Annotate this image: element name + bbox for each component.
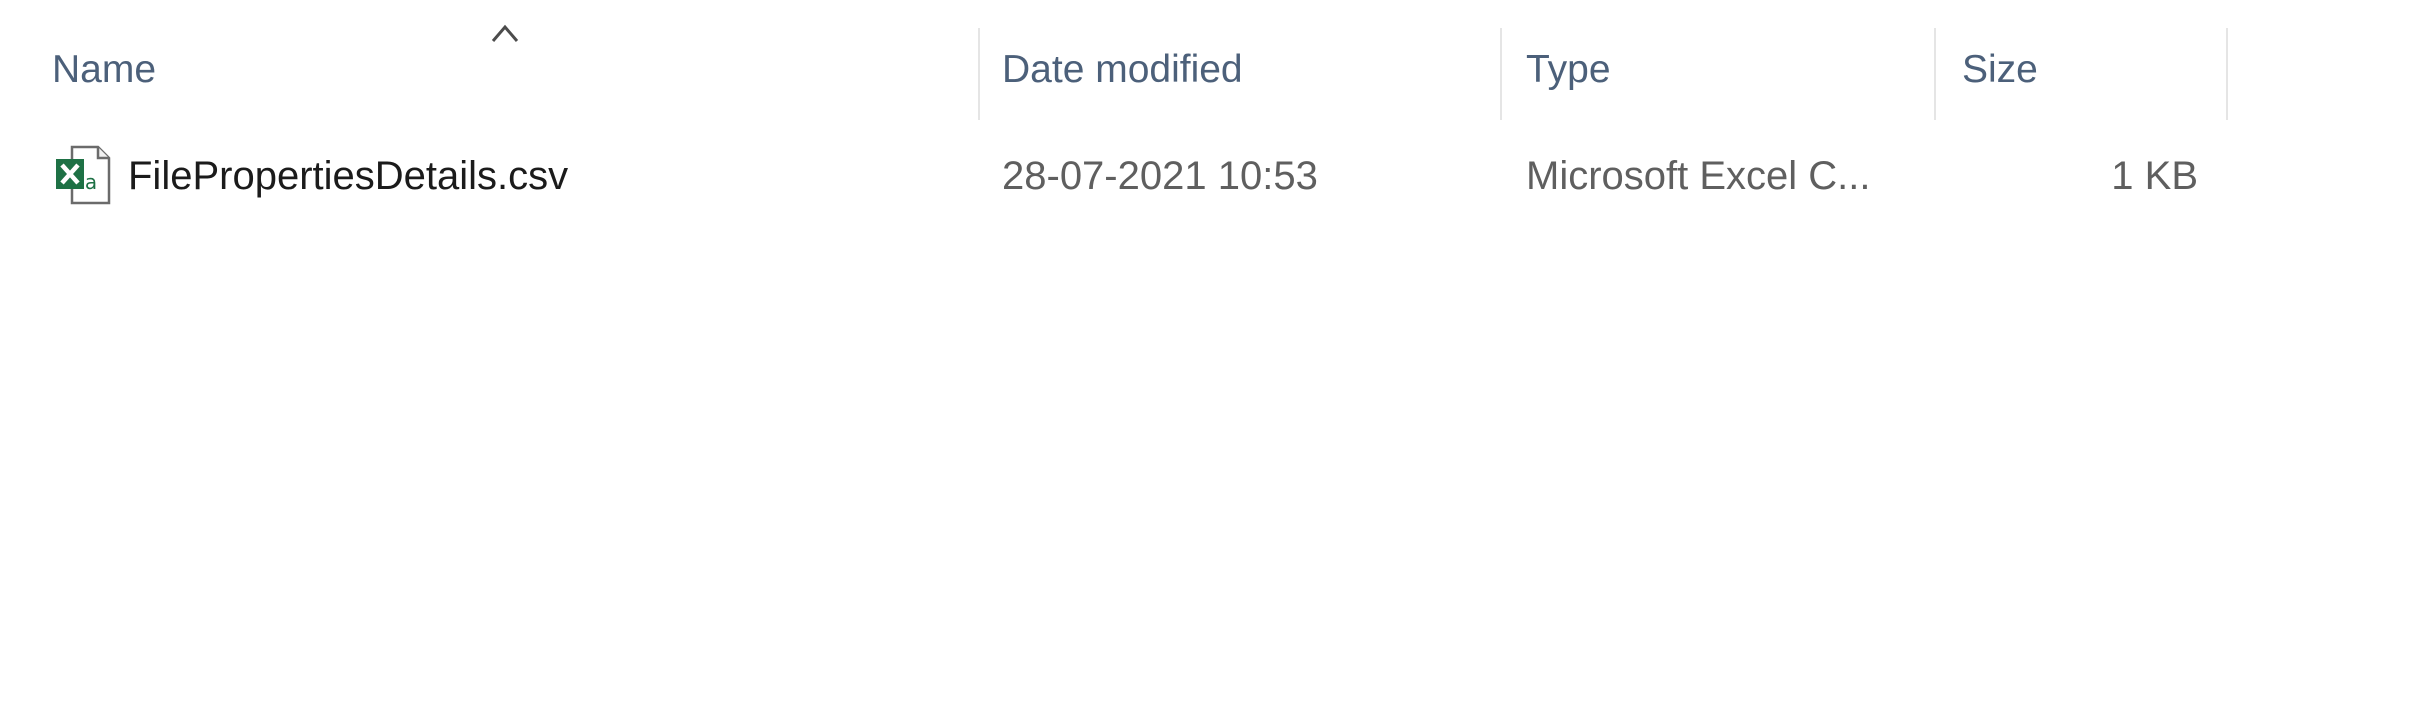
column-header-type[interactable]: Type (1502, 0, 1936, 116)
file-list-row[interactable]: a FilePropertiesDetails.csv 28-07-2021 1… (0, 140, 2228, 216)
column-header-type-label: Type (1526, 48, 1611, 91)
column-header-row: Name Date modified Type Size (0, 0, 2418, 120)
chevron-up-icon (491, 24, 519, 42)
column-header-size[interactable]: Size (1936, 0, 2228, 116)
file-name: FilePropertiesDetails.csv (128, 154, 569, 198)
svg-text:a: a (85, 170, 97, 194)
column-header-name[interactable]: Name (0, 0, 980, 116)
column-header-date-modified-label: Date modified (1002, 48, 1243, 91)
column-header-name-label: Name (52, 48, 157, 91)
column-header-size-label: Size (1962, 48, 2038, 91)
file-type: Microsoft Excel C... (1526, 154, 1871, 198)
file-size: 1 KB (2111, 154, 2198, 198)
file-date-modified: 28-07-2021 10:53 (1002, 154, 1318, 198)
file-explorer-details-view: Name Date modified Type Size a FilePrope… (0, 0, 2418, 720)
excel-csv-icon: a (56, 145, 111, 205)
column-divider[interactable] (2226, 28, 2228, 120)
column-header-date-modified[interactable]: Date modified (980, 0, 1502, 116)
